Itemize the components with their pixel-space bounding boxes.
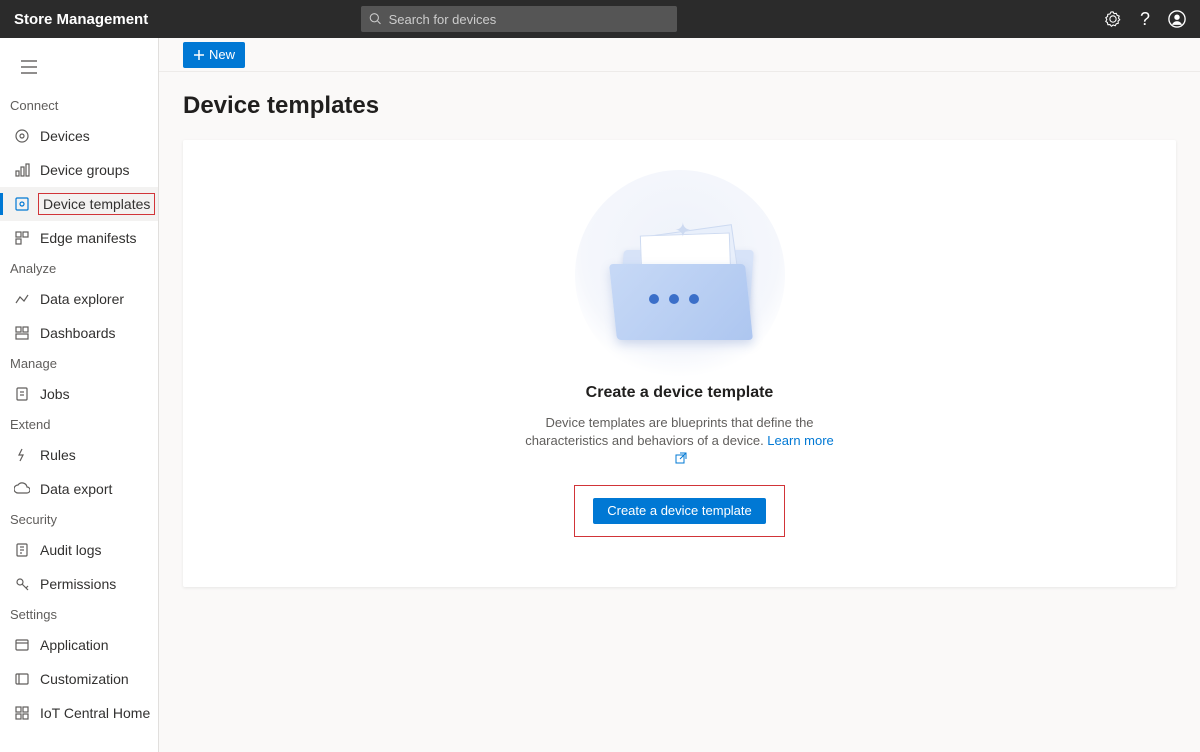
nav-audit-logs[interactable]: Audit logs — [0, 533, 158, 567]
help-icon[interactable]: ? — [1140, 9, 1150, 30]
search-input[interactable] — [389, 12, 670, 27]
sidebar-section-settings: Settings — [0, 601, 158, 628]
nav-label: Data export — [40, 481, 112, 497]
audit-logs-icon — [14, 542, 30, 558]
nav-data-explorer[interactable]: Data explorer — [0, 282, 158, 316]
nav-device-templates[interactable]: Device templates — [0, 187, 158, 221]
nav-label: Dashboards — [40, 325, 116, 341]
sidebar: Connect Devices Device groups Device tem… — [0, 38, 159, 752]
search-icon — [369, 12, 382, 26]
nav-label: Device templates — [43, 196, 150, 212]
header-actions: ? — [1104, 9, 1186, 30]
sidebar-section-extend: Extend — [0, 411, 158, 438]
create-button-highlight: Create a device template — [574, 485, 785, 537]
plus-icon — [193, 49, 205, 61]
nav-jobs[interactable]: Jobs — [0, 377, 158, 411]
nav-label: Customization — [40, 671, 129, 687]
empty-state-card: ✦ Create a device template Device templa… — [183, 140, 1176, 587]
sidebar-section-security: Security — [0, 506, 158, 533]
nav-device-groups[interactable]: Device groups — [0, 153, 158, 187]
nav-label: Devices — [40, 128, 90, 144]
nav-label-highlight: Device templates — [38, 193, 155, 215]
nav-label: Jobs — [40, 386, 70, 402]
nav-label: IoT Central Home — [40, 705, 150, 721]
empty-description: Device templates are blueprints that def… — [520, 414, 840, 469]
create-device-template-button[interactable]: Create a device template — [593, 498, 766, 524]
nav-label: Application — [40, 637, 109, 653]
nav-iot-central-home[interactable]: IoT Central Home — [0, 696, 158, 730]
nav-label: Edge manifests — [40, 230, 137, 246]
nav-permissions[interactable]: Permissions — [0, 567, 158, 601]
toolbar: New — [159, 38, 1200, 72]
nav-label: Audit logs — [40, 542, 101, 558]
hamburger-icon[interactable] — [14, 52, 44, 82]
dashboards-icon — [14, 325, 30, 341]
app-title: Store Management — [14, 11, 148, 28]
new-button-label: New — [209, 47, 235, 62]
external-link-icon — [675, 451, 687, 463]
devices-icon — [14, 128, 30, 144]
data-export-icon — [14, 481, 30, 497]
nav-application[interactable]: Application — [0, 628, 158, 662]
new-button[interactable]: New — [183, 42, 245, 68]
nav-devices[interactable]: Devices — [0, 119, 158, 153]
page-title: Device templates — [183, 92, 1176, 120]
account-icon[interactable] — [1168, 10, 1186, 28]
nav-data-export[interactable]: Data export — [0, 472, 158, 506]
empty-title: Create a device template — [586, 384, 774, 402]
customization-icon — [14, 671, 30, 687]
device-groups-icon — [14, 162, 30, 178]
nav-customization[interactable]: Customization — [0, 662, 158, 696]
sidebar-section-analyze: Analyze — [0, 255, 158, 282]
search-box[interactable] — [361, 6, 677, 32]
nav-label: Data explorer — [40, 291, 124, 307]
app-header: Store Management ? — [0, 0, 1200, 38]
nav-label: Device groups — [40, 162, 130, 178]
sidebar-section-connect: Connect — [0, 92, 158, 119]
content-area: Device templates ✦ Create a device templ… — [159, 72, 1200, 752]
sidebar-section-manage: Manage — [0, 350, 158, 377]
main-content: New Device templates ✦ Create a device t… — [159, 38, 1200, 752]
nav-label: Rules — [40, 447, 76, 463]
nav-label: Permissions — [40, 576, 116, 592]
nav-edge-manifests[interactable]: Edge manifests — [0, 221, 158, 255]
nav-dashboards[interactable]: Dashboards — [0, 316, 158, 350]
rules-icon — [14, 447, 30, 463]
application-icon — [14, 637, 30, 653]
permissions-icon — [14, 576, 30, 592]
nav-rules[interactable]: Rules — [0, 438, 158, 472]
gear-icon[interactable] — [1104, 10, 1122, 28]
home-icon — [14, 705, 30, 721]
jobs-icon — [14, 386, 30, 402]
data-explorer-icon — [14, 291, 30, 307]
empty-illustration: ✦ — [575, 180, 785, 360]
device-templates-icon — [14, 196, 30, 212]
edge-manifests-icon — [14, 230, 30, 246]
